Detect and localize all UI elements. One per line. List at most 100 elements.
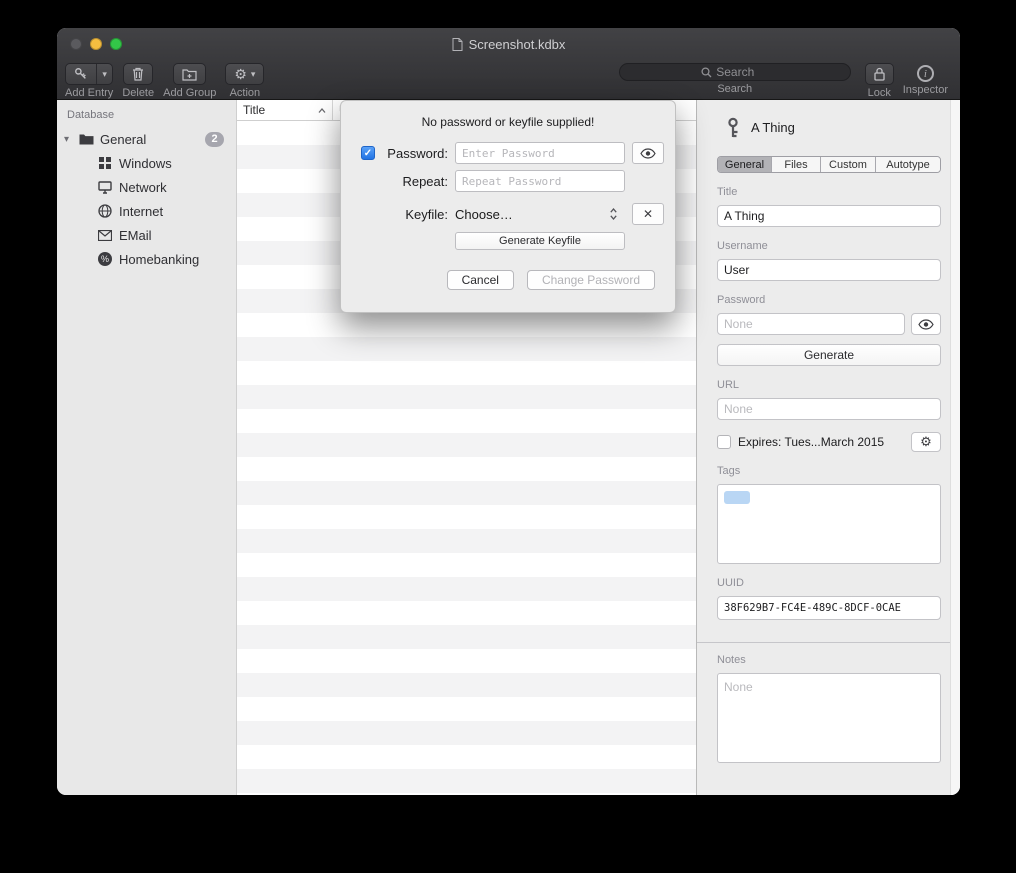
minimize-button[interactable]	[90, 38, 102, 50]
tags-field[interactable]	[717, 484, 941, 564]
cancel-button[interactable]: Cancel	[447, 270, 514, 290]
keyfile-row: Keyfile: Choose… ✕	[361, 203, 675, 225]
add-entry-button[interactable]: ▾	[65, 63, 113, 85]
add-group-button[interactable]	[173, 63, 206, 85]
sidebar-item-label: Homebanking	[119, 252, 199, 267]
change-password-button[interactable]: Change Password	[527, 270, 655, 290]
document-icon	[452, 38, 463, 51]
lock-button[interactable]	[865, 63, 894, 85]
change-password-dialog: No password or keyfile supplied! ✓ Passw…	[340, 100, 676, 313]
search-label: Search	[717, 83, 752, 95]
window-chrome: Screenshot.kdbx ▾ Add Entry	[57, 28, 960, 100]
column-title-label: Title	[243, 103, 265, 117]
uuid-label: UUID	[717, 577, 941, 589]
action-button[interactable]: ⚙ ▾	[225, 63, 264, 85]
close-icon: ✕	[643, 207, 653, 221]
stepper-icon	[610, 208, 617, 220]
keyfile-value: Choose…	[455, 207, 513, 222]
gear-icon: ⚙	[234, 67, 247, 81]
repeat-input[interactable]	[455, 170, 625, 192]
change-password-label: Change Password	[542, 273, 640, 287]
sidebar-item-internet[interactable]: Internet	[57, 199, 236, 223]
tab-files[interactable]: Files	[772, 157, 821, 172]
tab-label: General	[725, 159, 764, 171]
password-input[interactable]	[455, 142, 625, 164]
folder-icon	[78, 131, 94, 147]
windows-icon	[97, 155, 113, 171]
inspector-label: Inspector	[903, 84, 948, 96]
generate-keyfile-button[interactable]: Generate Keyfile	[455, 232, 625, 250]
sidebar: Database ▾ General 2 Windows Networ	[57, 100, 237, 795]
trash-icon	[132, 67, 144, 81]
toolbar-item-add-entry: ▾ Add Entry	[65, 63, 113, 99]
dialog-message: No password or keyfile supplied!	[341, 115, 675, 129]
titlebar[interactable]: Screenshot.kdbx	[57, 28, 960, 60]
notes-field[interactable]	[717, 673, 941, 763]
column-header-title[interactable]: Title	[237, 100, 333, 120]
tab-autotype[interactable]: Autotype	[876, 157, 940, 172]
sidebar-item-label: Network	[119, 180, 167, 195]
password-field[interactable]	[717, 313, 905, 335]
add-entry-dropdown[interactable]: ▾	[96, 64, 112, 84]
sidebar-item-email[interactable]: EMail	[57, 223, 236, 247]
tab-custom[interactable]: Custom	[821, 157, 876, 172]
delete-label: Delete	[122, 87, 154, 99]
reveal-password-button[interactable]	[632, 142, 664, 164]
disclosure-triangle-icon[interactable]: ▾	[64, 134, 78, 145]
search-field[interactable]	[619, 63, 851, 81]
expires-label: Expires: Tues...March 2015	[738, 435, 884, 449]
uuid-field[interactable]	[717, 596, 941, 620]
expires-checkbox[interactable]	[717, 435, 731, 449]
tab-label: Custom	[829, 159, 867, 171]
toolbar-item-delete: Delete	[122, 63, 154, 99]
add-entry-label: Add Entry	[65, 87, 113, 99]
toolbar-item-search: Search	[619, 63, 851, 95]
chevron-down-icon: ▾	[251, 69, 256, 80]
expires-settings-button[interactable]: ⚙	[911, 432, 941, 452]
sidebar-item-network[interactable]: Network	[57, 175, 236, 199]
generate-password-button[interactable]: Generate	[717, 344, 941, 366]
key-icon	[66, 64, 96, 84]
app-window: Screenshot.kdbx ▾ Add Entry	[57, 28, 960, 795]
inspector-divider	[697, 642, 951, 643]
chevron-down-icon: ▾	[102, 69, 107, 80]
reveal-password-button[interactable]	[911, 313, 941, 335]
password-row: ✓ Password:	[361, 142, 675, 164]
sidebar-item-label: EMail	[119, 228, 152, 243]
sort-ascending-icon	[318, 108, 326, 113]
sidebar-item-windows[interactable]: Windows	[57, 151, 236, 175]
toolbar-item-inspector: i Inspector	[903, 63, 948, 96]
globe-icon	[97, 203, 113, 219]
inspector-panel: A Thing General Files Custom Autotype Ti…	[696, 100, 960, 795]
repeat-row: Repeat:	[361, 170, 675, 192]
repeat-label: Repeat:	[384, 174, 448, 189]
password-checkbox[interactable]: ✓	[361, 146, 375, 160]
keyfile-popup[interactable]: Choose…	[455, 203, 625, 225]
entry-count-badge: 2	[205, 132, 224, 147]
envelope-icon	[97, 227, 113, 243]
zoom-button[interactable]	[110, 38, 122, 50]
title-field[interactable]	[717, 205, 941, 227]
sidebar-item-general[interactable]: ▾ General 2	[57, 127, 236, 151]
toolbar-item-lock: Lock	[865, 63, 894, 99]
password-field-label: Password	[717, 294, 941, 306]
inspector-toggle-button[interactable]: i	[917, 65, 934, 82]
delete-button[interactable]	[123, 63, 153, 85]
username-field-label: Username	[717, 240, 941, 252]
inspector-scrollbar[interactable]	[950, 100, 960, 795]
url-field[interactable]	[717, 398, 941, 420]
generate-label: Generate	[804, 348, 854, 362]
tag-chip[interactable]	[724, 491, 750, 504]
sidebar-item-homebanking[interactable]: % Homebanking	[57, 247, 236, 271]
toolbar: ▾ Add Entry Delete Add Group	[57, 60, 960, 100]
close-button[interactable]	[70, 38, 82, 50]
action-label: Action	[230, 87, 261, 99]
generate-keyfile-label: Generate Keyfile	[499, 235, 581, 247]
username-field[interactable]	[717, 259, 941, 281]
expires-row: Expires: Tues...March 2015 ⚙	[717, 432, 941, 452]
sidebar-item-label: Windows	[119, 156, 172, 171]
tab-general[interactable]: General	[718, 157, 772, 172]
search-input[interactable]	[716, 65, 768, 79]
clear-keyfile-button[interactable]: ✕	[632, 203, 664, 225]
sidebar-item-label: Internet	[119, 204, 163, 219]
